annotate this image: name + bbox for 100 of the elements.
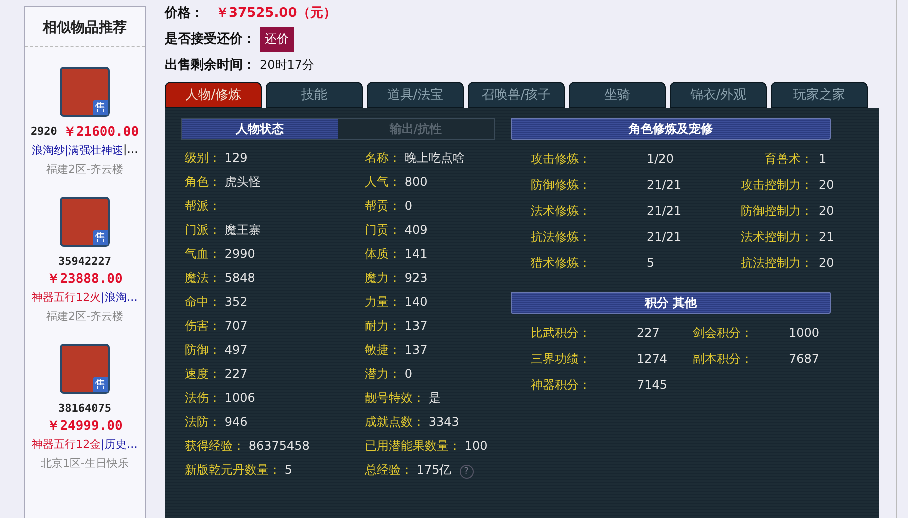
subtab[interactable]: 输出/抗性 (338, 119, 494, 139)
stat-value: 1274 (637, 351, 669, 368)
server-name: 福建2区-齐云楼 (46, 162, 124, 177)
bargain-label: 是否接受还价： (165, 30, 256, 48)
stat-label: 人气： (365, 175, 401, 189)
stat-label: 敏捷： (365, 343, 401, 357)
stat-value: 409 (404, 223, 428, 237)
stat-value: 227 (637, 325, 661, 342)
stat-value: 2990 (224, 247, 256, 261)
item-id: 35942227 (58, 254, 112, 270)
section-header: 积分 其他 (511, 292, 831, 314)
item-tag: |… (124, 143, 138, 158)
stat-value: 352 (224, 295, 248, 309)
subtab[interactable]: 人物状态 (182, 119, 338, 139)
help-icon[interactable]: ? (460, 465, 474, 479)
stat-label: 法伤： (185, 391, 221, 405)
stat-label: 神器积分： (531, 377, 592, 394)
stat-label: 成就点数： (365, 415, 425, 429)
stat-value: 1000 (789, 325, 821, 342)
stat-value: 707 (224, 319, 248, 333)
stat-label: 魔力： (365, 271, 401, 285)
stat-label: 帮派： (185, 199, 221, 213)
tab[interactable]: 锦衣/外观 (670, 82, 767, 108)
stat-value: 魔王寨 (224, 223, 261, 237)
stat-label: 获得经验： (185, 439, 245, 453)
stat-label: 角色： (185, 175, 221, 189)
time-label: 出售剩余时间： (165, 57, 256, 74)
stat-value: 141 (404, 247, 428, 261)
stat-label: 命中： (185, 295, 221, 309)
item-tag: |满强壮神速 (64, 143, 124, 158)
item-tag: 浪淘纱 (32, 143, 65, 158)
avatar-placeholder[interactable]: 售 (60, 344, 110, 394)
stat-label: 总经验： (365, 463, 413, 477)
tab[interactable]: 坐骑 (569, 82, 666, 108)
stat-label: 比武积分： (531, 325, 592, 342)
stat-label: 攻击控制力： (740, 177, 813, 194)
stat-label: 三界功绩： (531, 351, 592, 368)
stat-value: 1/20 (647, 151, 675, 168)
stat-label: 耐力： (365, 319, 401, 333)
item-tag: 神器五行12金 (32, 437, 102, 452)
tab[interactable]: 人物/修炼 (165, 82, 262, 108)
stat-value: 21/21 (647, 229, 683, 246)
stat-label: 魔法： (185, 271, 221, 285)
stat-value: 21/21 (647, 177, 683, 194)
item-price: ￥24999.00 (47, 418, 123, 435)
item-price: ￥21600.00 (63, 124, 140, 141)
stat-value: 5 (647, 255, 656, 272)
avatar-placeholder[interactable]: 售 (60, 197, 110, 247)
avatar-placeholder[interactable]: 售 (60, 67, 110, 117)
stat-label: 剑会积分： (693, 325, 754, 342)
stat-label: 抗法控制力： (740, 255, 813, 272)
item-id: 38164075 (58, 401, 112, 417)
stat-label: 防御控制力： (740, 203, 813, 220)
stat-value: 7687 (789, 351, 821, 368)
stat-label: 猎术修炼： (531, 255, 592, 272)
sale-badge: 售 (93, 377, 108, 392)
stat-value: 7145 (637, 377, 669, 394)
stat-label: 名称： (365, 151, 401, 165)
server-name: 福建2区-齐云楼 (46, 309, 124, 324)
tab[interactable]: 技能 (266, 82, 363, 108)
item-id: 2920 (30, 124, 58, 140)
stat-value: 5 (284, 463, 292, 477)
stat-value: 923 (404, 271, 428, 285)
stat-value: 3343 (428, 415, 460, 429)
stat-value: 20 (819, 203, 836, 220)
stat-label: 帮贡： (365, 199, 401, 213)
item-tag: |浪淘… (101, 290, 138, 305)
stat-value: 497 (224, 343, 248, 357)
stat-value: 1 (819, 151, 828, 168)
stat-value: 137 (404, 319, 428, 333)
section-header: 角色修炼及宠修 (511, 118, 831, 140)
stat-label: 防御： (185, 343, 221, 357)
stat-label: 育兽术： (764, 151, 813, 168)
stat-value: 0 (404, 199, 412, 213)
stat-value: 5848 (224, 271, 256, 285)
server-name: 北京1区-生日快乐 (41, 456, 129, 471)
stat-value: 137 (404, 343, 428, 357)
item-tag: |历史… (101, 437, 138, 452)
stat-label: 气血： (185, 247, 221, 261)
bargain-button[interactable]: 还价 (260, 26, 294, 52)
stat-value: 20 (819, 177, 836, 194)
tab[interactable]: 召唤兽/孩子 (468, 82, 565, 108)
stat-label: 体质： (365, 247, 401, 261)
stat-value: 140 (404, 295, 428, 309)
stat-value: 227 (224, 367, 248, 381)
stat-label: 法防： (185, 415, 221, 429)
stat-value: 是 (428, 391, 441, 405)
stat-label: 副本积分： (693, 351, 754, 368)
stat-label: 靓号特效： (365, 391, 425, 405)
stat-value: 129 (224, 151, 248, 165)
stat-label: 门贡： (365, 223, 401, 237)
tab[interactable]: 玩家之家 (771, 82, 868, 108)
stat-label: 伤害： (185, 319, 221, 333)
stat-label: 防御修炼： (531, 177, 592, 194)
stat-value: 86375458 (248, 439, 310, 453)
stat-label: 新版乾元丹数量： (185, 463, 281, 477)
item-tag: 神器五行12火 (32, 290, 102, 305)
stat-label: 攻击修炼： (531, 151, 592, 168)
stat-value: 1006 (224, 391, 256, 405)
tab[interactable]: 道具/法宝 (367, 82, 464, 108)
